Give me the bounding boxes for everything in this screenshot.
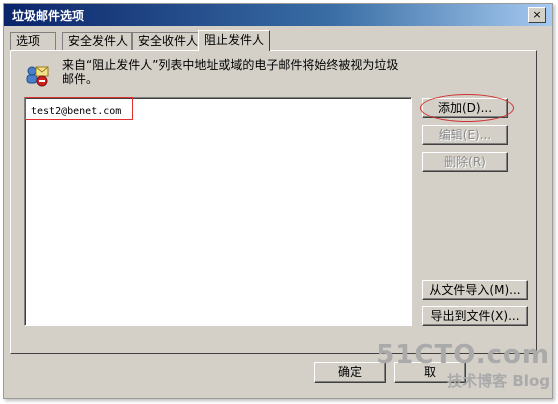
- tab-blocked-senders[interactable]: 阻止发件人: [198, 30, 270, 51]
- blocked-senders-list[interactable]: test2@benet.com: [24, 97, 412, 326]
- junk-mail-blocked-icon: [24, 62, 50, 88]
- import-button[interactable]: 从文件导入(M)...: [422, 280, 528, 300]
- ok-button[interactable]: 确定: [314, 362, 386, 383]
- close-icon: ×: [532, 8, 542, 21]
- watermark-line1: 51CTO.com: [376, 340, 550, 370]
- tab-safe-recipients[interactable]: 安全收件人: [132, 32, 202, 50]
- info-text: 来自“阻止发件人”列表中地址或域的电子邮件将始终被视为垃圾邮件。: [62, 58, 399, 86]
- tab-options[interactable]: 选项: [10, 32, 56, 50]
- title-bar: 垃圾邮件选项 ×: [4, 4, 552, 26]
- watermark: 51CTO.com 技术博客 Blog: [376, 340, 550, 391]
- tab-safe-senders[interactable]: 安全发件人: [62, 32, 132, 50]
- watermark-line2: 技术博客 Blog: [447, 372, 550, 390]
- remove-button[interactable]: 删除(R): [422, 152, 508, 172]
- window-title: 垃圾邮件选项: [12, 9, 85, 23]
- highlight-ellipse: [420, 94, 514, 122]
- edit-button[interactable]: 编辑(E)...: [422, 125, 508, 145]
- highlight-box: [25, 97, 133, 120]
- close-button[interactable]: ×: [528, 7, 546, 23]
- export-button[interactable]: 导出到文件(X)...: [422, 306, 528, 326]
